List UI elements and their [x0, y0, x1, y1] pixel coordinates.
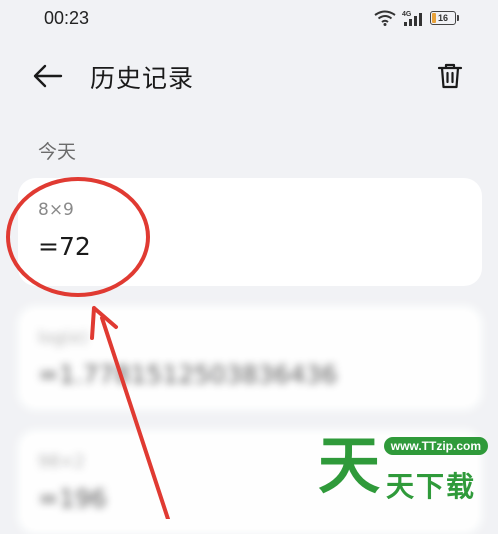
battery-icon: 16	[430, 11, 459, 25]
back-button[interactable]	[28, 60, 68, 92]
watermark-text: 天下载	[386, 470, 477, 503]
history-expression: log(e)	[38, 328, 88, 348]
history-expression: 8×9	[38, 200, 74, 220]
history-result: =72	[38, 232, 91, 261]
watermark-url: www.TTzip.com	[383, 437, 488, 455]
status-icons: 4G 16	[374, 9, 459, 27]
status-bar: 00:23 4G 16	[0, 0, 498, 40]
app-bar: 历史记录	[0, 48, 498, 104]
section-header-today: 今天	[38, 141, 77, 163]
watermark-big-char: 天	[318, 429, 381, 502]
history-item[interactable]: log(e) =1.7781512503836436	[18, 306, 482, 410]
arrow-left-icon	[33, 64, 63, 88]
signal-icon: 4G	[402, 9, 424, 27]
delete-history-button[interactable]	[432, 60, 468, 92]
watermark-logo: 天 www.TTzip.com 天下载	[314, 435, 494, 515]
page-title: 历史记录	[90, 64, 195, 93]
wifi-icon	[374, 10, 396, 26]
history-result: =1.7781512503836436	[38, 360, 338, 389]
network-type-label: 4G	[402, 11, 412, 18]
history-item[interactable]: 8×9 =72	[18, 178, 482, 286]
status-time: 00:23	[44, 8, 90, 28]
trash-icon	[437, 63, 463, 89]
battery-fill	[432, 13, 436, 23]
battery-level: 16	[437, 12, 448, 23]
